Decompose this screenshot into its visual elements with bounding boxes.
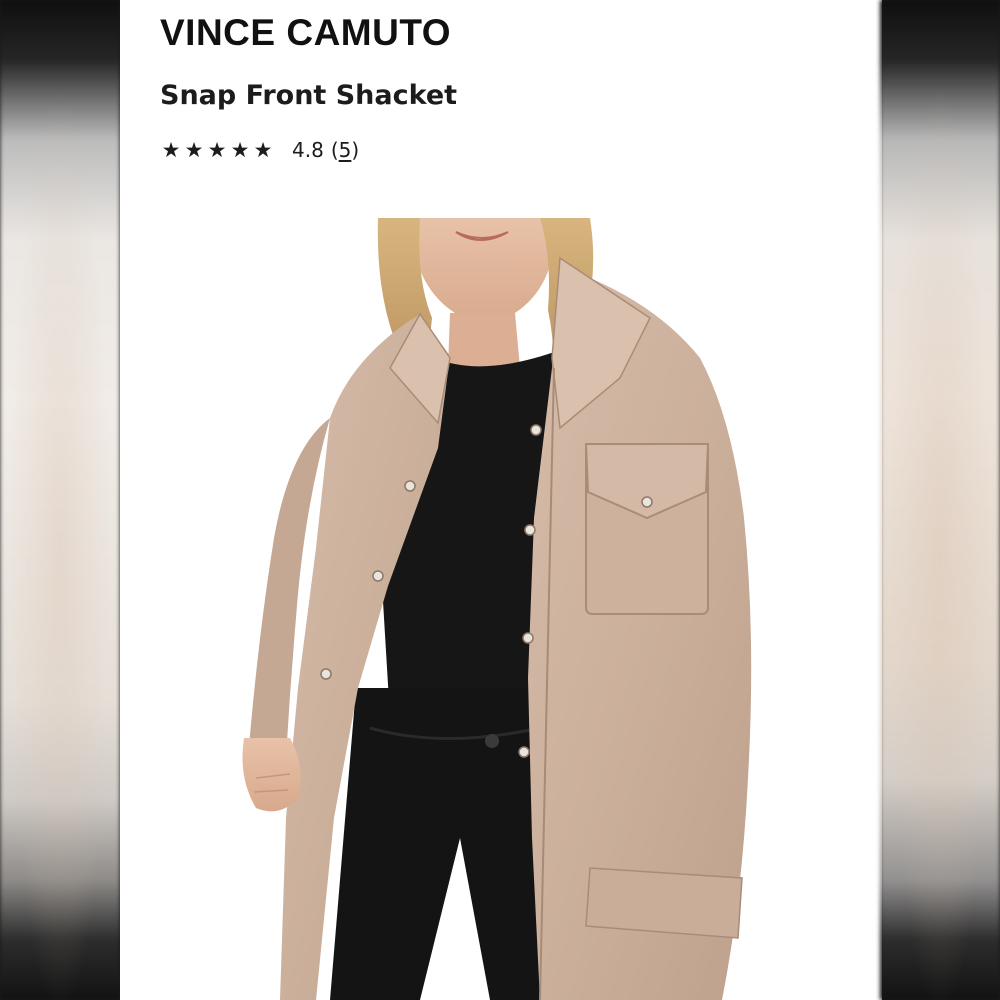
- star-icon: ★: [253, 137, 273, 162]
- star-icon: ★: [230, 137, 250, 162]
- star-icon: ★: [161, 137, 181, 162]
- product-title: Snap Front Shacket: [160, 80, 458, 111]
- rating-stars: ★ ★ ★ ★ ★: [160, 137, 274, 162]
- review-close-paren: ): [351, 138, 360, 162]
- review-count-link[interactable]: 5: [339, 138, 352, 162]
- screen: VINCE CAMUTO Snap Front Shacket ★ ★ ★ ★ …: [0, 0, 1000, 1000]
- product-rating[interactable]: ★ ★ ★ ★ ★ 4.8 (5): [160, 137, 360, 162]
- product-image[interactable]: [120, 218, 882, 1000]
- blurred-background-left: [0, 0, 120, 1000]
- star-icon: ★: [207, 137, 227, 162]
- review-open-paren: (: [330, 138, 339, 162]
- brand-name[interactable]: VINCE CAMUTO: [160, 12, 451, 54]
- rating-value: 4.8: [292, 138, 324, 162]
- blurred-background-right: [880, 0, 1000, 1000]
- review-count-group: (5): [331, 138, 359, 162]
- star-icon: ★: [184, 137, 204, 162]
- product-card: VINCE CAMUTO Snap Front Shacket ★ ★ ★ ★ …: [120, 0, 882, 1000]
